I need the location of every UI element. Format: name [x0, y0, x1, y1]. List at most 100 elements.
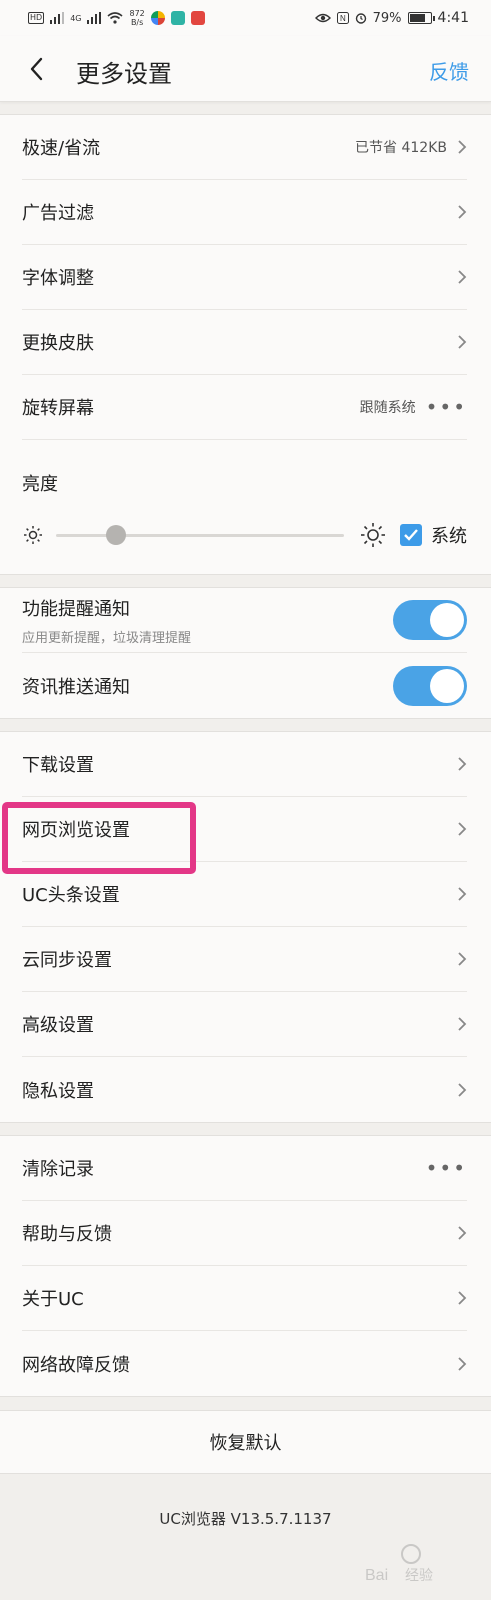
- status-right: N 79% 4:41: [314, 10, 469, 26]
- row-speed-saving[interactable]: 极速/省流 已节省 412KB: [22, 115, 467, 180]
- row-clear-history[interactable]: 清除记录 •••: [22, 1136, 467, 1201]
- settings-group-general: 极速/省流 已节省 412KB 广告过滤 字体调整 更换皮肤 旋转屏幕 跟随系统…: [0, 114, 491, 575]
- chevron-right-icon: [458, 1356, 467, 1371]
- signal-icon-2: [87, 12, 102, 24]
- row-about-uc[interactable]: 关于UC: [22, 1266, 467, 1331]
- chevron-right-icon: [458, 1017, 467, 1031]
- feature-notify-toggle[interactable]: [393, 600, 467, 640]
- nfc-icon: N: [336, 12, 349, 24]
- brightness-controls: 系统: [22, 518, 467, 552]
- chevron-right-icon: [458, 1291, 467, 1305]
- row-label: 关于UC: [22, 1289, 84, 1310]
- restore-label: 恢复默认: [209, 1433, 282, 1454]
- row-label: 极速/省流: [22, 138, 101, 159]
- row-network-fault[interactable]: 网络故障反馈: [22, 1331, 467, 1396]
- battery-icon: [407, 12, 435, 24]
- settings-group-browse: 下载设置 网页浏览设置 UC头条设置 云同步设置 高级设置 隐私设置: [0, 731, 491, 1123]
- brightness-label: 亮度: [22, 474, 58, 495]
- network-type: 4G: [70, 13, 82, 23]
- row-subtitle: 应用更新提醒，垃圾清理提醒: [22, 630, 192, 646]
- status-left: HD 4G 872 B/s: [28, 9, 205, 27]
- chevron-right-icon: [458, 140, 467, 154]
- signal-icon: [50, 12, 65, 24]
- speed-unit: B/s: [130, 18, 144, 27]
- row-label: 帮助与反馈: [22, 1224, 112, 1245]
- chevron-right-icon: [458, 822, 467, 836]
- status-bar: HD 4G 872 B/s N 79% 4:41: [0, 0, 491, 36]
- clock: 4:41: [437, 10, 469, 26]
- svg-text:N: N: [340, 14, 346, 23]
- row-font-size[interactable]: 字体调整: [22, 245, 467, 310]
- chevron-right-icon: [458, 270, 467, 284]
- row-cloud-sync-settings[interactable]: 云同步设置: [22, 927, 467, 992]
- row-feature-notify: 功能提醒通知 应用更新提醒，垃圾清理提醒: [22, 588, 467, 653]
- feedback-link[interactable]: 反馈: [429, 56, 469, 85]
- settings-group-misc: 清除记录 ••• 帮助与反馈 关于UC 网络故障反馈: [0, 1135, 491, 1397]
- row-adblock[interactable]: 广告过滤: [22, 180, 467, 245]
- row-label: 清除记录: [22, 1159, 94, 1180]
- system-brightness-checkbox[interactable]: [400, 524, 422, 546]
- alarm-icon: [355, 13, 366, 24]
- restore-defaults-button[interactable]: 恢复默认: [0, 1410, 491, 1474]
- svg-text:Bai: Bai: [365, 1567, 388, 1584]
- app-header: 更多设置 反馈: [0, 36, 491, 102]
- app-notification-icon-3: [190, 11, 205, 25]
- row-news-push: 资讯推送通知: [22, 653, 467, 718]
- row-rotate-screen[interactable]: 旋转屏幕 跟随系统 •••: [22, 375, 467, 440]
- brightness-high-icon: [361, 523, 385, 547]
- app-notification-icon: [150, 11, 165, 25]
- row-web-browse-settings[interactable]: 网页浏览设置: [22, 797, 467, 862]
- brightness-slider[interactable]: [56, 524, 344, 545]
- chevron-right-icon: [458, 1082, 467, 1097]
- row-label: 功能提醒通知: [22, 598, 130, 620]
- row-help-feedback[interactable]: 帮助与反馈: [22, 1201, 467, 1266]
- brightness-section: 亮度 系统: [22, 440, 467, 574]
- row-skin[interactable]: 更换皮肤: [22, 310, 467, 375]
- row-label: 资讯推送通知: [22, 676, 130, 698]
- chevron-right-icon: [458, 205, 467, 219]
- slider-thumb[interactable]: [106, 524, 127, 545]
- row-label: 网络故障反馈: [22, 1354, 130, 1376]
- app-notification-icon-2: [170, 11, 185, 25]
- row-label: 高级设置: [22, 1015, 94, 1036]
- svg-text:经验: 经验: [405, 1568, 433, 1584]
- chevron-right-icon: [458, 952, 467, 966]
- settings-group-notifications: 功能提醒通知 应用更新提醒，垃圾清理提醒 资讯推送通知: [0, 587, 491, 719]
- system-brightness-label: 系统: [431, 526, 467, 547]
- row-label: 更换皮肤: [22, 333, 94, 354]
- more-dots-icon: •••: [425, 395, 467, 419]
- checkmark-icon: [404, 529, 418, 541]
- rotate-value: 跟随系统: [359, 400, 416, 416]
- back-button[interactable]: [20, 50, 54, 88]
- battery-percent: 79%: [372, 10, 402, 26]
- chevron-right-icon: [458, 887, 467, 901]
- chevron-right-icon: [458, 335, 467, 349]
- row-label: 广告过滤: [22, 203, 94, 224]
- row-privacy-settings[interactable]: 隐私设置: [22, 1057, 467, 1122]
- row-label: 云同步设置: [22, 950, 112, 971]
- row-label: 下载设置: [22, 755, 94, 776]
- row-label: 网页浏览设置: [22, 820, 130, 841]
- brightness-low-icon: [24, 526, 42, 544]
- hd-indicator: HD: [28, 12, 45, 24]
- network-speed: 872 B/s: [129, 9, 144, 27]
- row-download-settings[interactable]: 下载设置: [22, 732, 467, 797]
- speed-value: 872: [129, 9, 145, 18]
- chevron-right-icon: [458, 1226, 467, 1240]
- wifi-icon: [107, 12, 124, 24]
- chevron-left-icon: [30, 57, 43, 81]
- data-saved-value: 已节省 412KB: [355, 140, 447, 156]
- page-title: 更多设置: [76, 60, 172, 88]
- news-push-toggle[interactable]: [393, 665, 467, 706]
- row-label: UC头条设置: [22, 885, 120, 906]
- row-label: 隐私设置: [22, 1080, 94, 1102]
- eye-icon: [314, 13, 331, 23]
- row-uc-headline-settings[interactable]: UC头条设置: [22, 862, 467, 927]
- row-advanced-settings[interactable]: 高级设置: [22, 992, 467, 1057]
- baidu-watermark-logo: Bai 经验: [365, 1544, 433, 1584]
- app-version: UC浏览器 V13.5.7.1137: [159, 1510, 332, 1528]
- row-label: 旋转屏幕: [22, 398, 94, 419]
- row-label: 字体调整: [22, 268, 94, 289]
- chevron-right-icon: [458, 757, 467, 771]
- more-dots-icon: •••: [425, 1156, 467, 1180]
